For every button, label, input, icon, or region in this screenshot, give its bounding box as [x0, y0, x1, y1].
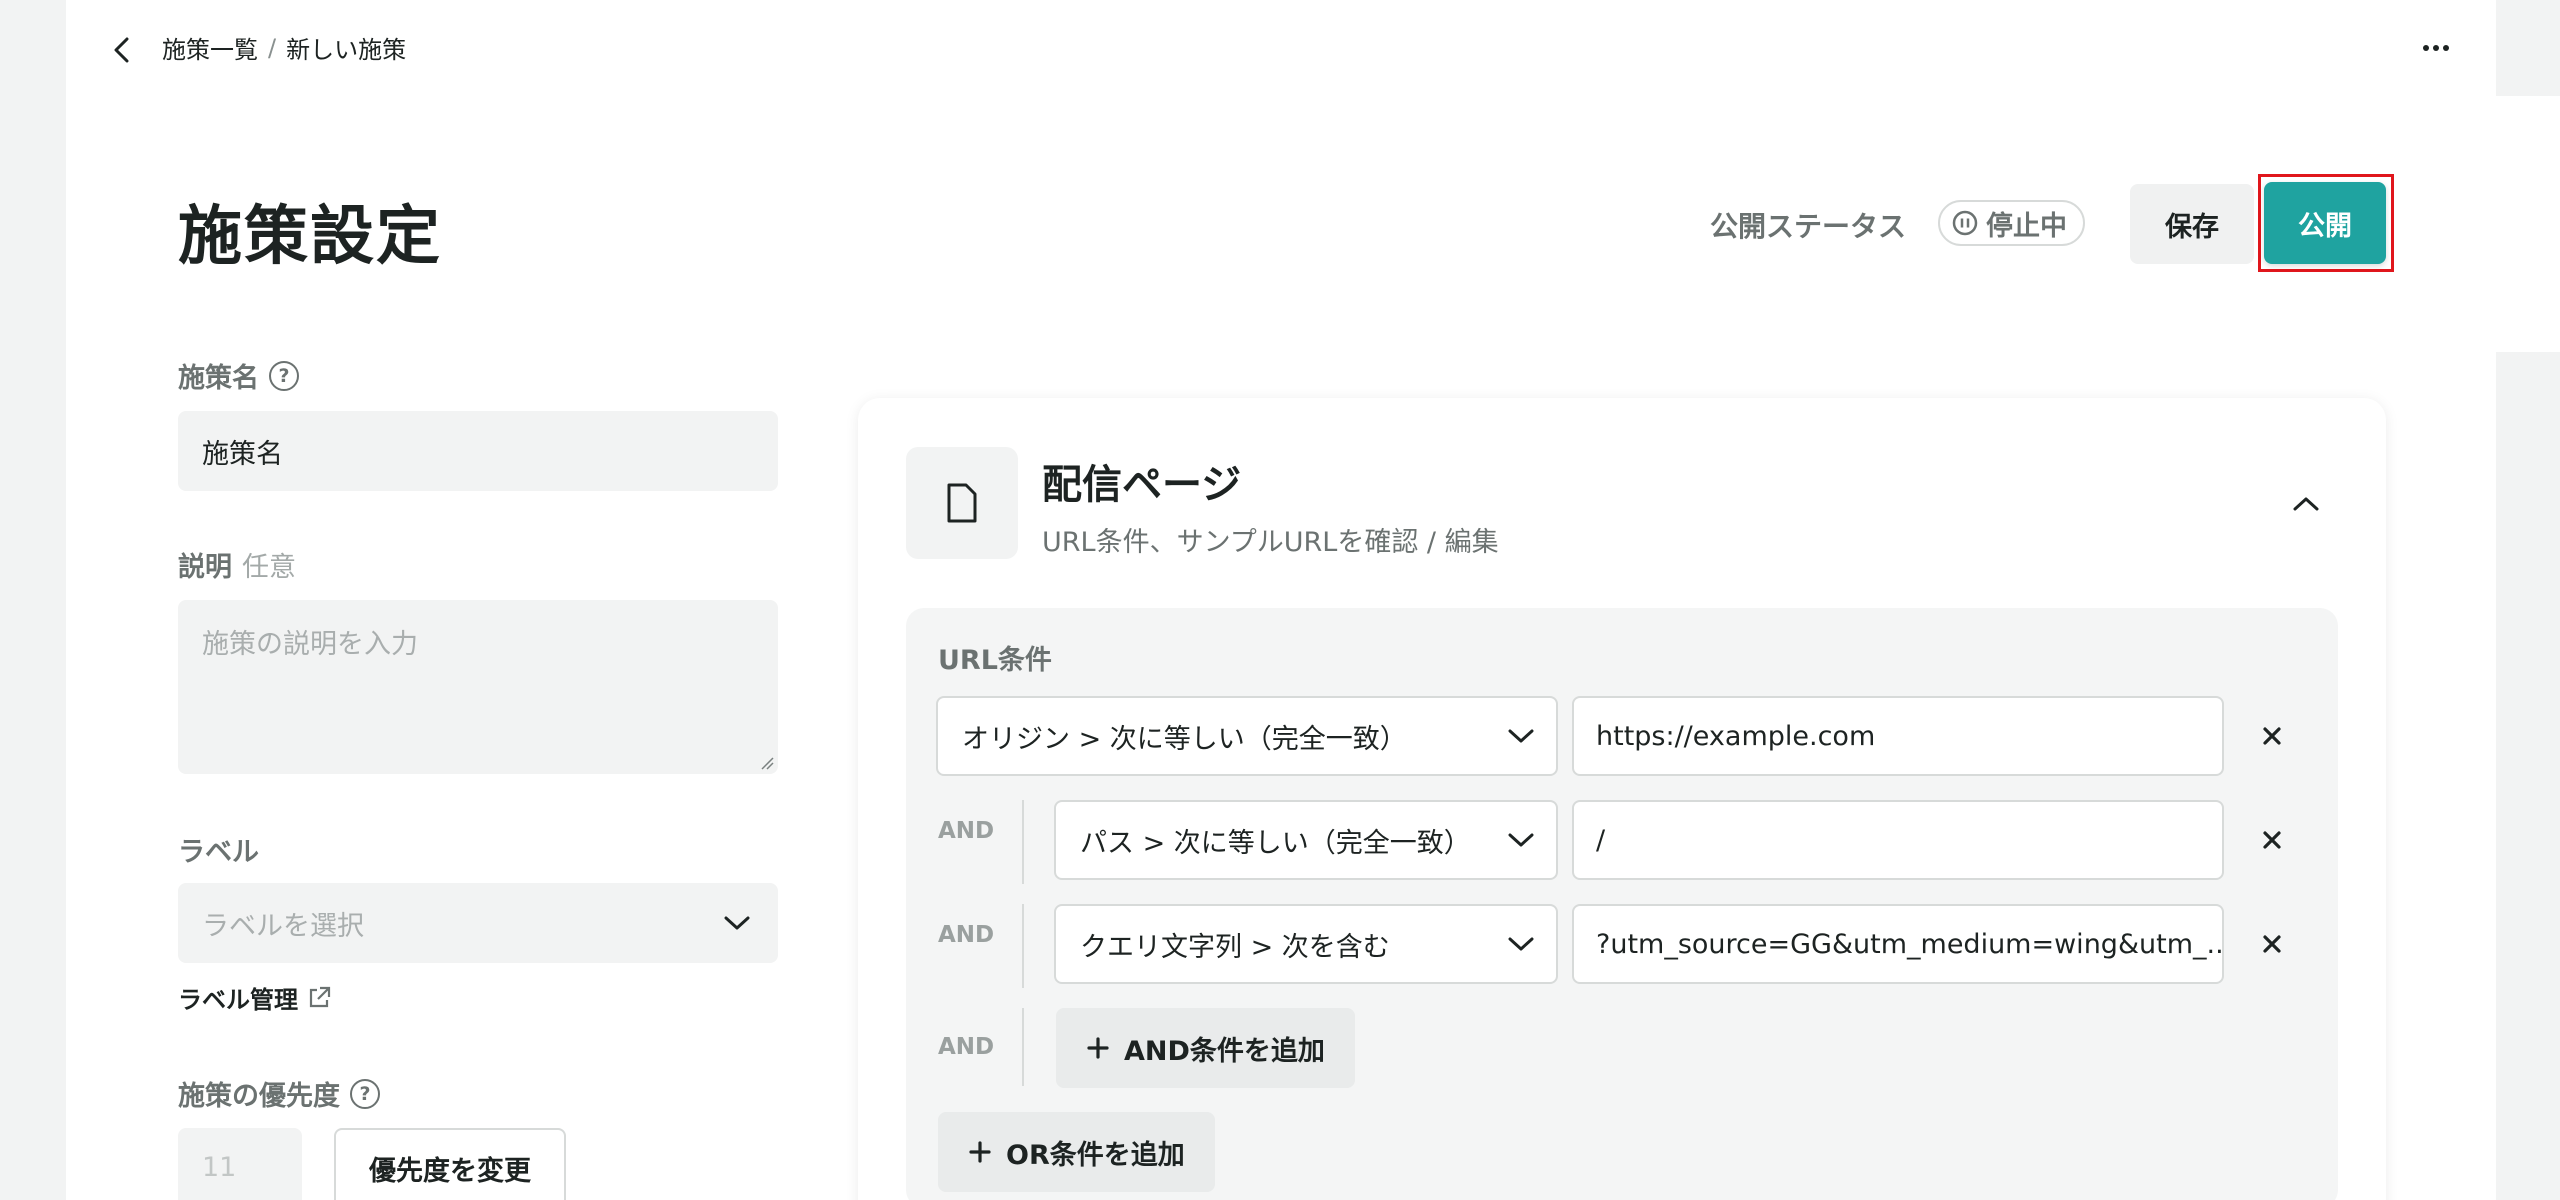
priority-input[interactable]: 11: [178, 1128, 302, 1200]
add-and-condition-button[interactable]: AND条件を追加: [1056, 1008, 1355, 1088]
add-or-condition-button[interactable]: OR条件を追加: [938, 1112, 1215, 1192]
condition-operator-value: オリジン > 次に等しい（完全一致）: [962, 723, 1407, 755]
plus-icon: [969, 1141, 991, 1163]
label-select[interactable]: ラベルを選択: [178, 883, 778, 963]
priority-help-icon[interactable]: ?: [350, 1078, 380, 1109]
back-arrow-icon: [114, 37, 129, 63]
condition-operator-value: クエリ文字列 > 次を含む: [1080, 931, 1390, 963]
name-label: 施策名 ?: [178, 356, 299, 395]
condition-operator-value: パス > 次に等しい（完全一致）: [1080, 827, 1471, 859]
help-icon[interactable]: ?: [269, 360, 299, 391]
name-label-text: 施策名: [178, 363, 259, 394]
collapse-button[interactable]: [2286, 484, 2326, 524]
priority-label-text: 施策の優先度: [178, 1081, 340, 1112]
condition-value-input[interactable]: https://example.com: [1572, 696, 2224, 776]
right-edge-panel: [2496, 96, 2560, 352]
remove-condition-button[interactable]: [2252, 716, 2292, 756]
close-icon: [2263, 727, 2281, 745]
resize-grip-icon[interactable]: [760, 756, 774, 770]
and-connector: AND: [938, 818, 995, 844]
condition-operator-select[interactable]: パス > 次に等しい（完全一致）: [1054, 800, 1558, 880]
remove-condition-button[interactable]: [2252, 820, 2292, 860]
save-button[interactable]: 保存: [2130, 184, 2254, 264]
plus-icon: [1087, 1037, 1109, 1059]
condition-operator-select[interactable]: オリジン > 次に等しい（完全一致）: [936, 696, 1558, 776]
url-conditions-title: URL条件: [938, 645, 1052, 676]
publish-button[interactable]: 公開: [2264, 182, 2386, 264]
add-or-label: OR条件を追加: [1006, 1139, 1185, 1171]
more-icon: [2423, 45, 2449, 51]
description-label: 説明 任意: [178, 545, 296, 584]
chevron-down-icon: [1508, 729, 1534, 743]
add-and-label: AND条件を追加: [1124, 1035, 1325, 1067]
card-icon-box: [906, 447, 1018, 559]
condition-operator-select[interactable]: クエリ文字列 > 次を含む: [1054, 904, 1558, 984]
and-connector: AND: [938, 1034, 995, 1060]
and-connector-line: [1022, 800, 1024, 884]
label-manage-link[interactable]: ラベル管理: [178, 980, 332, 1015]
external-link-icon: [309, 986, 331, 1007]
chevron-down-icon: [1508, 937, 1534, 951]
breadcrumb-separator: /: [268, 33, 277, 62]
description-placeholder: 施策の説明を入力: [202, 629, 418, 660]
name-input[interactable]: 施策名: [178, 411, 778, 491]
remove-condition-button[interactable]: [2252, 924, 2292, 964]
description-textarea[interactable]: 施策の説明を入力: [178, 600, 778, 774]
card-subtitle: URL条件、サンプルURLを確認 / 編集: [1042, 527, 1499, 558]
chevron-up-icon: [2293, 497, 2319, 511]
page-title: 施策設定: [178, 200, 442, 274]
breadcrumb-current: 新しい施策: [286, 36, 407, 64]
label-select-placeholder: ラベルを選択: [202, 910, 364, 942]
publish-status-label: 公開ステータス: [1710, 210, 1907, 243]
close-icon: [2263, 935, 2281, 953]
card-title: 配信ページ: [1042, 462, 1242, 508]
breadcrumb-parent[interactable]: 施策一覧: [162, 30, 258, 65]
condition-value-input[interactable]: ?utm_source=GG&utm_medium=wing&utm_...: [1572, 904, 2224, 984]
condition-value-input[interactable]: /: [1572, 800, 2224, 880]
change-priority-button[interactable]: 優先度を変更: [334, 1128, 566, 1200]
label-section-label: ラベル: [178, 830, 259, 869]
pause-icon: [1952, 210, 1978, 236]
label-manage-text: ラベル管理: [178, 986, 298, 1014]
and-connector: AND: [938, 922, 995, 948]
optional-tag: 任意: [242, 552, 296, 583]
more-menu-button[interactable]: [2418, 30, 2454, 66]
status-badge: 停止中: [1938, 200, 2085, 246]
label-section-text: ラベル: [178, 837, 259, 868]
back-button[interactable]: [104, 32, 140, 68]
status-value: 停止中: [1986, 210, 2067, 242]
priority-label: 施策の優先度 ?: [178, 1074, 380, 1113]
chevron-down-icon: [724, 916, 750, 930]
close-icon: [2263, 831, 2281, 849]
document-icon: [947, 483, 977, 523]
breadcrumb: 施策一覧 / 新しい施策: [162, 30, 406, 65]
description-label-text: 説明: [178, 552, 232, 583]
and-connector-line: [1022, 904, 1024, 988]
chevron-down-icon: [1508, 833, 1534, 847]
and-connector-line: [1022, 1008, 1024, 1086]
